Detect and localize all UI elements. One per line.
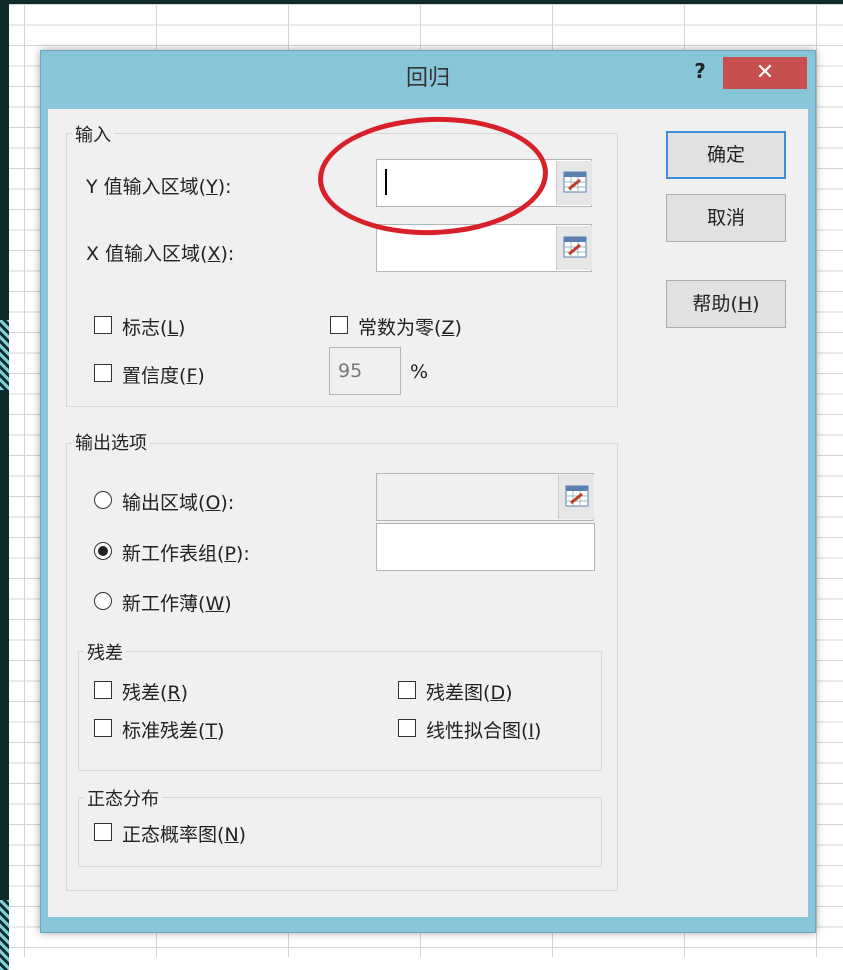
decor-pattern xyxy=(0,900,9,970)
line-fit-plots-checkbox[interactable] xyxy=(398,719,416,737)
residuals-label: 残差(R) xyxy=(122,682,189,704)
help-button[interactable]: 帮助(H) xyxy=(666,280,786,328)
y-range-collapse-button[interactable] xyxy=(556,161,592,205)
confidence-checkbox-label: 置信度(F) xyxy=(122,365,205,387)
collapse-dialog-icon xyxy=(565,485,589,507)
output-range-collapse-button[interactable] xyxy=(558,475,594,519)
percent-sign: % xyxy=(410,361,429,383)
residuals-group-box xyxy=(78,651,602,771)
cancel-button[interactable]: 取消 xyxy=(666,194,786,242)
residuals-checkbox[interactable] xyxy=(94,681,112,699)
desktop-left-edge xyxy=(0,0,9,970)
output-range-label: 输出区域(O): xyxy=(122,492,235,514)
residual-plots-label: 残差图(D) xyxy=(426,682,513,704)
new-worksheet-label: 新工作表组(P): xyxy=(122,543,250,565)
output-range-radio[interactable] xyxy=(94,491,112,509)
new-workbook-radio[interactable] xyxy=(94,592,112,610)
residual-plots-checkbox[interactable] xyxy=(398,681,416,699)
standardized-residuals-checkbox[interactable] xyxy=(94,719,112,737)
close-button[interactable]: ✕ xyxy=(723,57,807,89)
x-range-collapse-button[interactable] xyxy=(556,226,592,270)
labels-checkbox[interactable] xyxy=(94,316,112,334)
ok-button[interactable]: 确定 xyxy=(666,131,786,179)
standardized-residuals-label: 标准残差(T) xyxy=(122,720,225,742)
new-workbook-label: 新工作薄(W) xyxy=(122,593,232,615)
new-worksheet-name-input[interactable] xyxy=(376,523,595,571)
constant-zero-label: 常数为零(Z) xyxy=(358,317,462,339)
normal-group-label: 正态分布 xyxy=(84,785,162,811)
input-group-label: 输入 xyxy=(72,121,114,147)
help-question-icon[interactable]: ? xyxy=(689,59,711,89)
confidence-level-input[interactable]: 95 xyxy=(329,347,401,395)
normal-probability-checkbox[interactable] xyxy=(94,823,112,841)
x-range-label: X 值输入区域(X): xyxy=(86,243,235,265)
normal-probability-label: 正态概率图(N) xyxy=(122,824,247,846)
output-group-label: 输出选项 xyxy=(72,429,150,455)
collapse-dialog-icon xyxy=(563,171,587,193)
new-worksheet-radio[interactable] xyxy=(94,542,112,560)
labels-checkbox-label: 标志(L) xyxy=(122,317,186,339)
desktop-top-edge xyxy=(0,0,843,4)
y-range-label: Y 值输入区域(Y): xyxy=(86,176,232,198)
line-fit-plots-label: 线性拟合图(I) xyxy=(426,720,542,742)
residuals-group-label: 残差 xyxy=(84,639,126,665)
collapse-dialog-icon xyxy=(563,236,587,258)
decor-pattern xyxy=(0,320,9,390)
confidence-checkbox[interactable] xyxy=(94,364,112,382)
constant-zero-checkbox[interactable] xyxy=(330,316,348,334)
